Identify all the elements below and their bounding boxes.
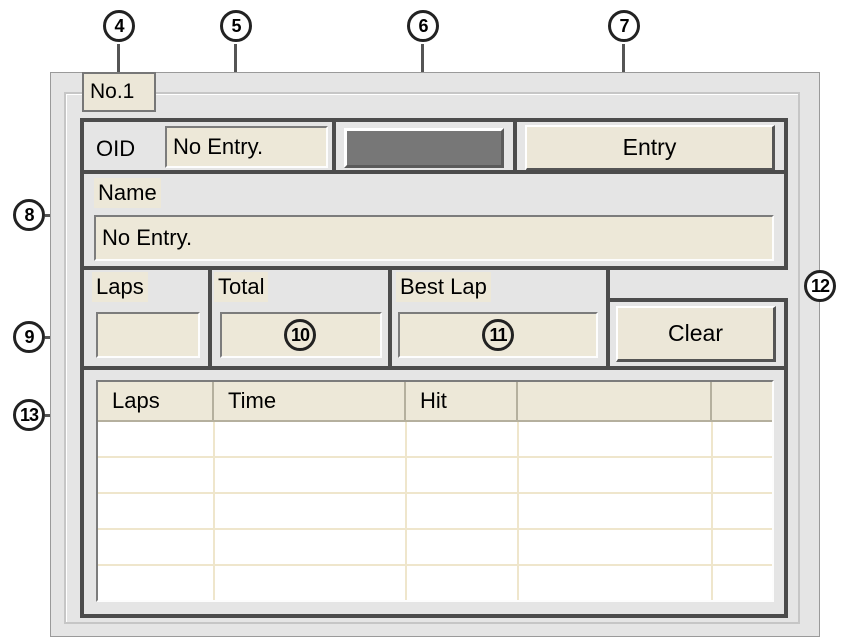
name-label: Name — [94, 178, 161, 208]
callout-4: 4 — [103, 10, 135, 42]
table-header-col5[interactable] — [712, 382, 772, 422]
table-header-laps[interactable]: Laps — [98, 382, 214, 422]
best-lap-label: Best Lap — [396, 272, 491, 302]
clear-button[interactable]: Clear — [616, 306, 776, 362]
table-header-col4[interactable] — [518, 382, 712, 422]
callout-5: 5 — [220, 10, 252, 42]
column-divider — [711, 422, 713, 600]
callout-7: 7 — [608, 10, 640, 42]
name-field[interactable]: No Entry. — [94, 215, 774, 261]
column-divider — [213, 422, 215, 600]
callout-8: 8 — [13, 199, 45, 231]
table-row[interactable] — [98, 422, 772, 458]
laps-table[interactable]: Laps Time Hit — [96, 380, 774, 602]
callout-4-leader — [117, 44, 120, 74]
table-header-time[interactable]: Time — [214, 382, 406, 422]
total-label: Total — [214, 272, 269, 302]
table-row[interactable] — [98, 494, 772, 530]
column-divider — [517, 422, 519, 600]
table-row[interactable] — [98, 458, 772, 494]
entry-button[interactable]: Entry — [525, 125, 775, 171]
oid-field[interactable]: No Entry. — [165, 126, 328, 168]
laps-field[interactable] — [96, 312, 200, 358]
laps-label: Laps — [92, 272, 148, 302]
table-row[interactable] — [98, 566, 772, 602]
callout-6: 6 — [407, 10, 439, 42]
callout-11: 11 — [482, 319, 514, 351]
panel-title: No.1 — [82, 72, 156, 112]
oid-label: OID — [96, 136, 136, 161]
callout-9: 9 — [13, 321, 45, 353]
callout-10: 10 — [284, 319, 316, 351]
table-row[interactable] — [98, 530, 772, 566]
status-indicator — [344, 128, 504, 168]
column-divider — [405, 422, 407, 600]
callout-12: 12 — [804, 270, 836, 302]
table-header-hit[interactable]: Hit — [406, 382, 518, 422]
callout-13: 13 — [13, 399, 45, 431]
